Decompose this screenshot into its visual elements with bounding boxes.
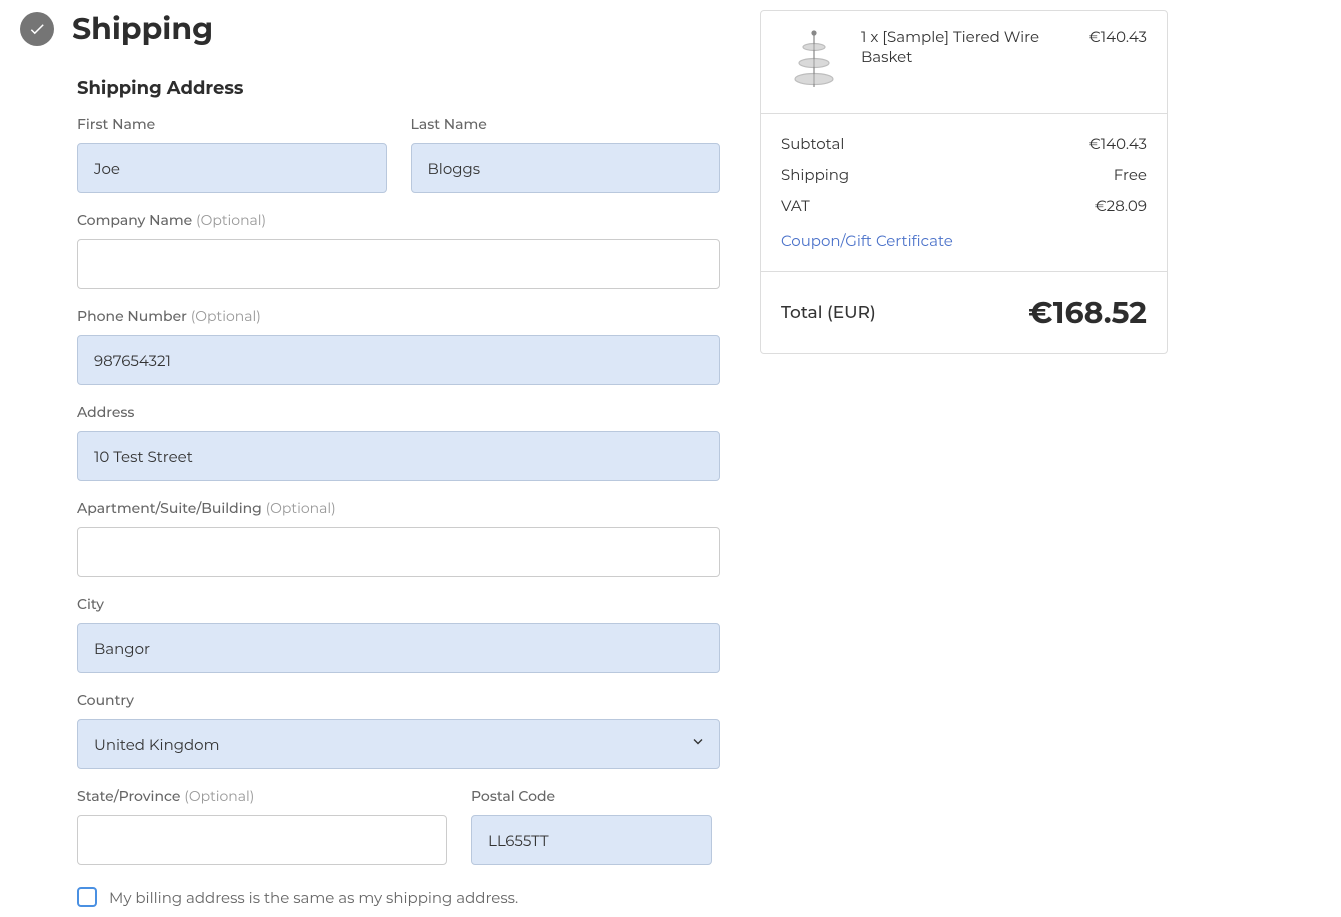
order-summary: 1 x [Sample] Tiered Wire Basket €140.43 …	[760, 10, 1168, 354]
apartment-input[interactable]	[77, 527, 720, 577]
cart-item: 1 x [Sample] Tiered Wire Basket €140.43	[761, 11, 1167, 114]
address-label: Address	[77, 403, 720, 421]
address-input[interactable]	[77, 431, 720, 481]
product-image	[781, 27, 847, 93]
shipping-address-heading: Shipping Address	[77, 77, 720, 99]
total-label: Total (EUR)	[781, 303, 876, 323]
subtotal-value: €140.43	[1089, 134, 1147, 153]
total-amount: €168.52	[1028, 294, 1147, 331]
state-label: State/Province (Optional)	[77, 787, 447, 805]
postal-label: Postal Code	[471, 787, 712, 805]
country-label: Country	[77, 691, 720, 709]
first-name-input[interactable]	[77, 143, 387, 193]
total-section: Total (EUR) €168.52	[761, 272, 1167, 353]
cart-item-price: €140.43	[1089, 27, 1147, 93]
vat-label: VAT	[781, 196, 810, 215]
company-input[interactable]	[77, 239, 720, 289]
subtotal-label: Subtotal	[781, 134, 844, 153]
shipping-cost-value: Free	[1114, 165, 1147, 184]
last-name-input[interactable]	[411, 143, 721, 193]
shipping-section: Shipping Shipping Address First Name Las…	[20, 10, 720, 907]
section-header: Shipping	[20, 10, 720, 47]
subtotal-line: Subtotal €140.43	[781, 134, 1147, 153]
shipping-line: Shipping Free	[781, 165, 1147, 184]
first-name-label: First Name	[77, 115, 387, 133]
billing-same-label[interactable]: My billing address is the same as my shi…	[109, 888, 518, 907]
city-label: City	[77, 595, 720, 613]
phone-input[interactable]	[77, 335, 720, 385]
phone-label: Phone Number (Optional)	[77, 307, 720, 325]
postal-input[interactable]	[471, 815, 712, 865]
check-circle-icon	[20, 12, 54, 46]
cart-item-name: 1 x [Sample] Tiered Wire Basket	[861, 27, 1075, 93]
last-name-label: Last Name	[411, 115, 721, 133]
apartment-label: Apartment/Suite/Building (Optional)	[77, 499, 720, 517]
city-input[interactable]	[77, 623, 720, 673]
vat-line: VAT €28.09	[781, 196, 1147, 215]
coupon-link[interactable]: Coupon/Gift Certificate	[781, 231, 953, 250]
vat-value: €28.09	[1095, 196, 1147, 215]
billing-same-checkbox[interactable]	[77, 887, 97, 907]
shipping-cost-label: Shipping	[781, 165, 849, 184]
state-input[interactable]	[77, 815, 447, 865]
company-label: Company Name (Optional)	[77, 211, 720, 229]
country-select[interactable]: United Kingdom	[77, 719, 720, 769]
section-title: Shipping	[72, 10, 213, 47]
